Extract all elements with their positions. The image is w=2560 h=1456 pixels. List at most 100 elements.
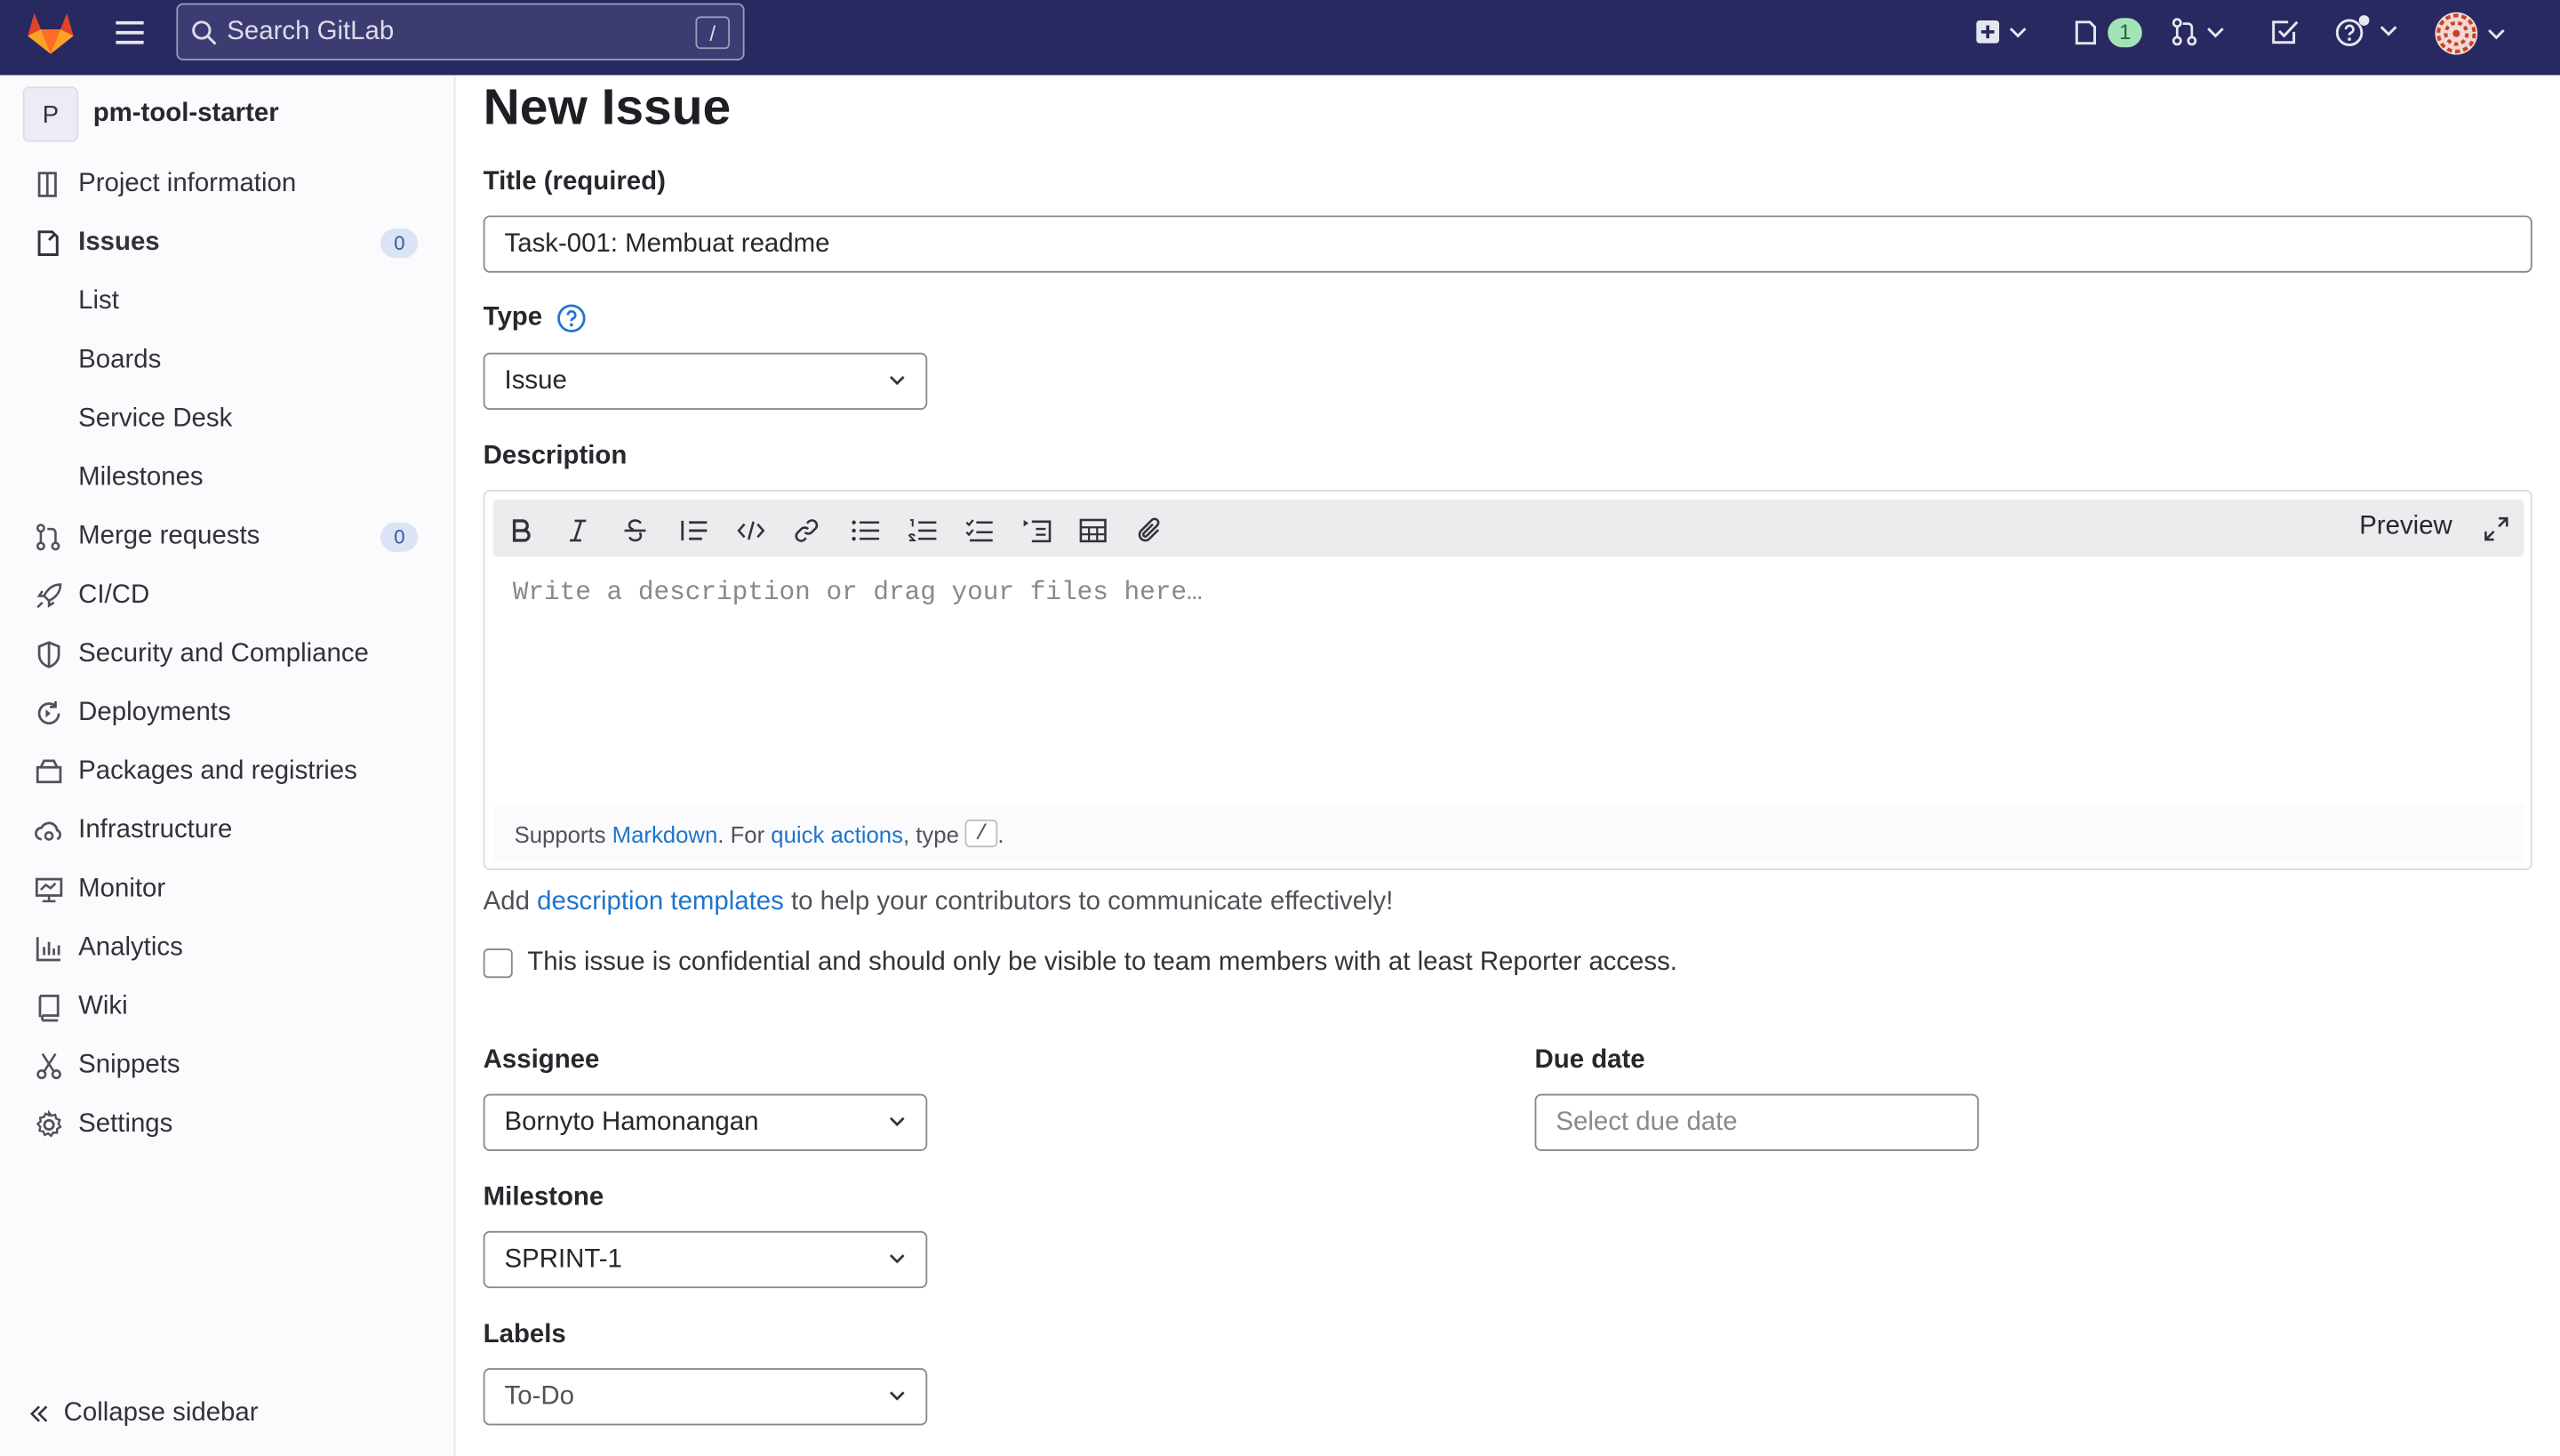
sidebar-item-monitor[interactable]: Monitor bbox=[0, 860, 454, 919]
due-date-label: Due date bbox=[1534, 1046, 1645, 1075]
chart-icon bbox=[35, 934, 64, 964]
chevron-down-icon bbox=[888, 1389, 906, 1403]
hint-text: to help your contributors to communicate… bbox=[783, 888, 1394, 916]
bold-icon[interactable] bbox=[508, 517, 533, 543]
sidebar-item-deployments[interactable]: Deployments bbox=[0, 684, 454, 743]
task-list-icon[interactable] bbox=[965, 517, 995, 543]
sidebar-item-analytics[interactable]: Analytics bbox=[0, 919, 454, 978]
confidential-checkbox[interactable] bbox=[483, 948, 513, 979]
title-input[interactable]: Task-001: Membuat readme bbox=[483, 215, 2532, 273]
sidebar-item-label: Security and Compliance bbox=[78, 640, 369, 668]
description-editor: Preview Write a description or drag your… bbox=[483, 490, 2532, 870]
issues-counter-button[interactable]: 1 bbox=[2074, 18, 2143, 48]
help-button[interactable] bbox=[2335, 15, 2399, 48]
merge-requests-button[interactable] bbox=[2172, 18, 2226, 46]
markdown-hint: Supports Markdown . For quick actions , … bbox=[492, 804, 2524, 862]
gitlab-logo-icon[interactable] bbox=[26, 10, 75, 55]
attach-file-icon[interactable] bbox=[1136, 517, 1162, 543]
search-input[interactable]: Search GitLab / bbox=[176, 3, 745, 60]
help-circle-icon[interactable] bbox=[557, 304, 587, 333]
help-icon bbox=[2335, 15, 2371, 48]
hint-text: Supports bbox=[514, 820, 612, 847]
sidebar-item-infrastructure[interactable]: Infrastructure bbox=[0, 802, 454, 860]
link-icon[interactable] bbox=[794, 517, 820, 543]
search-placeholder: Search GitLab bbox=[227, 17, 395, 45]
italic-icon[interactable] bbox=[565, 517, 591, 543]
templates-hint: Add description templates to help your c… bbox=[484, 888, 1394, 917]
sidebar-item-label: Issues bbox=[78, 228, 160, 257]
table-icon[interactable] bbox=[1079, 517, 1107, 543]
sidebar-item-label: Deployments bbox=[78, 699, 231, 727]
hamburger-menu-icon[interactable] bbox=[115, 20, 146, 45]
description-textarea[interactable]: Write a description or drag your files h… bbox=[513, 578, 1203, 607]
sidebar-item-issues[interactable]: Issues 0 bbox=[0, 214, 454, 273]
fullscreen-icon[interactable] bbox=[2484, 516, 2509, 541]
collapse-sidebar-label: Collapse sidebar bbox=[63, 1399, 259, 1428]
package-icon bbox=[35, 757, 64, 787]
user-menu-button[interactable] bbox=[2435, 12, 2507, 56]
issues-icon bbox=[35, 228, 64, 258]
sidebar-subitem-milestones[interactable]: Milestones bbox=[0, 449, 454, 508]
assignee-select-value: Bornyto Hamonangan bbox=[504, 1108, 759, 1136]
labels-select[interactable]: To-Do bbox=[483, 1368, 928, 1426]
hint-text: Add bbox=[483, 888, 538, 916]
description-label: Description bbox=[483, 442, 628, 470]
sidebar-item-label: CI/CD bbox=[78, 580, 150, 610]
sidebar-item-label: List bbox=[78, 287, 119, 316]
sidebar-item-label: Analytics bbox=[78, 933, 183, 962]
issues-count-badge: 1 bbox=[2108, 18, 2143, 48]
code-icon[interactable] bbox=[736, 517, 765, 543]
sidebar-item-settings[interactable]: Settings bbox=[0, 1095, 454, 1154]
sidebar-subitem-service-desk[interactable]: Service Desk bbox=[0, 390, 454, 449]
page-title: New Issue bbox=[483, 78, 732, 136]
project-avatar: P bbox=[22, 86, 79, 142]
chevron-down-icon bbox=[2379, 25, 2398, 38]
type-label-row: Type bbox=[484, 304, 587, 333]
editor-toolbar: Preview bbox=[492, 500, 2524, 557]
confidential-row: This issue is confidential and should on… bbox=[483, 948, 1677, 979]
markdown-link[interactable]: Markdown bbox=[612, 820, 718, 846]
sidebar-item-wiki[interactable]: Wiki bbox=[0, 978, 454, 1036]
chevron-double-left-icon bbox=[29, 1404, 49, 1424]
milestone-label: Milestone bbox=[483, 1183, 604, 1212]
description-templates-link[interactable]: description templates bbox=[537, 888, 784, 916]
collapsible-section-icon[interactable] bbox=[1022, 517, 1052, 543]
collapse-sidebar-button[interactable]: Collapse sidebar bbox=[0, 1385, 454, 1444]
sidebar-item-security-compliance[interactable]: Security and Compliance bbox=[0, 625, 454, 684]
chevron-down-icon bbox=[888, 1252, 906, 1266]
sidebar-item-project-information[interactable]: Project information bbox=[0, 155, 454, 213]
deployments-icon bbox=[35, 699, 64, 728]
shield-icon bbox=[35, 640, 64, 669]
sidebar-item-label: Boards bbox=[78, 346, 162, 374]
quick-actions-link[interactable]: quick actions bbox=[771, 820, 903, 846]
milestone-select[interactable]: SPRINT-1 bbox=[483, 1230, 928, 1289]
numbered-list-icon[interactable] bbox=[908, 517, 937, 543]
sidebar-item-cicd[interactable]: CI/CD bbox=[0, 566, 454, 625]
sidebar-subitem-boards[interactable]: Boards bbox=[0, 332, 454, 390]
sidebar-item-snippets[interactable]: Snippets bbox=[0, 1036, 454, 1095]
sidebar-item-label: Milestones bbox=[78, 463, 204, 492]
preview-button[interactable]: Preview bbox=[2359, 513, 2452, 542]
sidebar-item-label: Settings bbox=[78, 1109, 173, 1139]
sidebar-project-header[interactable]: P pm-tool-starter bbox=[22, 86, 454, 142]
create-new-button[interactable] bbox=[1975, 20, 2028, 44]
milestone-select-value: SPRINT-1 bbox=[504, 1244, 622, 1273]
assignee-select[interactable]: Bornyto Hamonangan bbox=[483, 1093, 928, 1151]
sidebar-item-label: Packages and registries bbox=[78, 757, 357, 786]
sidebar-item-label: Service Desk bbox=[78, 404, 233, 433]
due-date-input[interactable]: Select due date bbox=[1534, 1093, 1980, 1151]
sidebar-item-merge-requests[interactable]: Merge requests 0 bbox=[0, 508, 454, 566]
todo-button[interactable] bbox=[2271, 18, 2299, 45]
sidebar-item-packages-registries[interactable]: Packages and registries bbox=[0, 743, 454, 802]
chevron-down-icon bbox=[888, 1115, 906, 1128]
type-select[interactable]: Issue bbox=[483, 352, 928, 411]
gear-icon bbox=[35, 1109, 64, 1140]
quote-icon[interactable] bbox=[679, 517, 708, 543]
sidebar-item-label: Project information bbox=[78, 170, 297, 198]
strikethrough-icon[interactable] bbox=[622, 517, 648, 543]
sidebar: P pm-tool-starter Project information Is… bbox=[0, 75, 456, 1456]
hint-text: , type bbox=[902, 820, 966, 847]
bullet-list-icon[interactable] bbox=[851, 517, 880, 543]
sidebar-subitem-list[interactable]: List bbox=[0, 273, 454, 332]
title-label: Title (required) bbox=[483, 168, 666, 196]
